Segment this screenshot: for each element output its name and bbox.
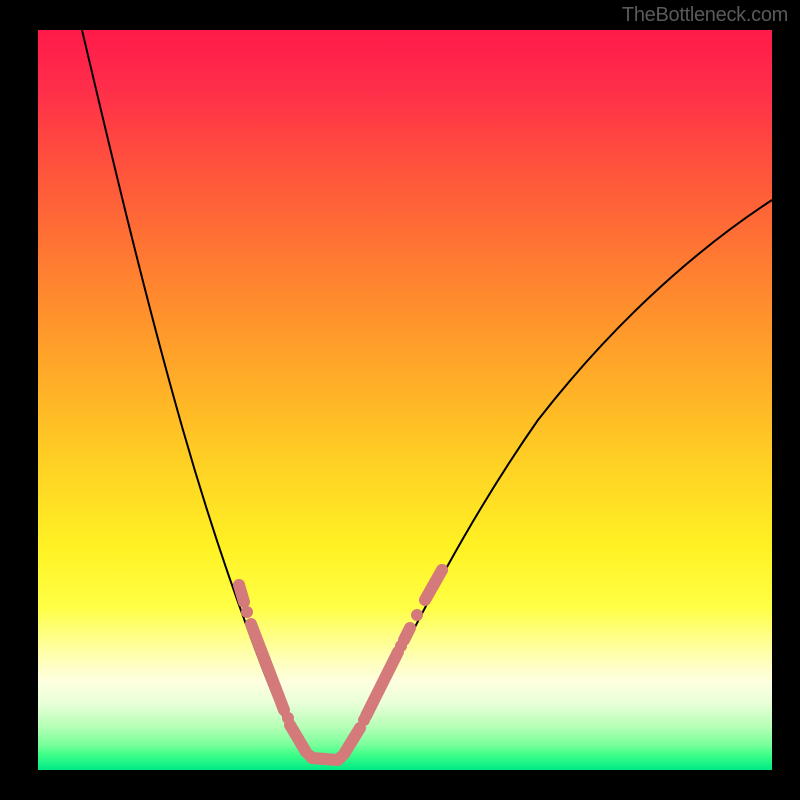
bottleneck-curve xyxy=(82,30,772,763)
watermark-text: TheBottleneck.com xyxy=(622,4,788,27)
highlight-segments xyxy=(239,570,442,760)
chart-svg xyxy=(38,30,772,770)
chart-plot-area xyxy=(38,30,772,770)
